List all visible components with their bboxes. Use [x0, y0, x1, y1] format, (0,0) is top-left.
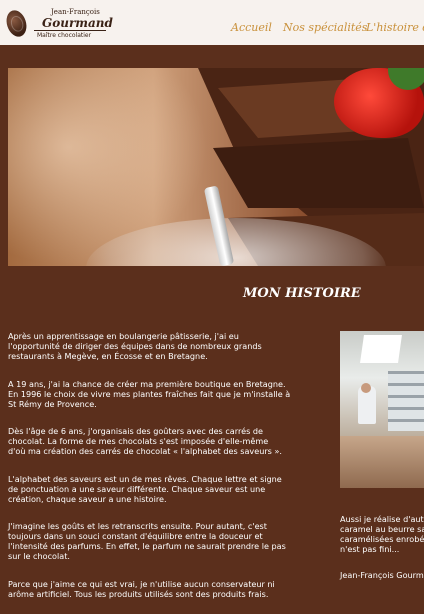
side-paragraph: Aussi je réalise d'aut caramel au beurre …	[340, 514, 424, 554]
main-nav: Accueil Nos spécialités L'histoire du	[0, 21, 424, 37]
page-title: MON HISTOIRE	[243, 286, 361, 301]
site-header: Jean-François Gourmand Maître chocolatie…	[0, 0, 424, 45]
nav-specialites[interactable]: Nos spécialités	[283, 21, 367, 34]
nav-accueil[interactable]: Accueil	[231, 21, 272, 34]
paragraph-2: A 19 ans, j'ai la chance de créer ma pre…	[8, 379, 291, 409]
paragraph-1: Après un apprentissage en boulangerie pâ…	[8, 331, 262, 361]
paragraph-5: J'imagine les goûts et les retranscrits …	[8, 521, 286, 561]
chef-photo	[340, 331, 424, 488]
hero-image	[8, 68, 424, 266]
logo-first-name: Jean-François	[51, 8, 100, 16]
paragraph-6: Parce que j'aime ce qui est vrai, je n'u…	[8, 579, 275, 599]
nav-histoire[interactable]: L'histoire du	[366, 21, 424, 34]
paragraph-3: Dès l'âge de 6 ans, j'organisais des goû…	[8, 426, 282, 456]
signature: Jean-François Gourm	[340, 570, 424, 580]
paragraph-4: L'alphabet des saveurs est un de mes rêv…	[8, 474, 282, 504]
